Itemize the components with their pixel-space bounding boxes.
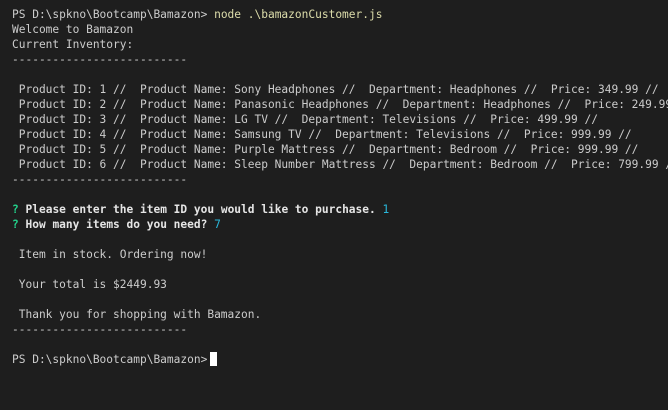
question-item-id: ? Please enter the item ID you would lik… bbox=[12, 202, 668, 217]
question-mark: ? bbox=[12, 218, 19, 231]
product-row: Product ID: 2 // Product Name: Panasonic… bbox=[12, 98, 668, 111]
welcome-text: Welcome to Bamazon bbox=[12, 23, 134, 36]
terminal-window[interactable]: PS D:\spkno\Bootcamp\Bamazon> node .\bam… bbox=[0, 0, 668, 410]
text-cursor[interactable] bbox=[210, 352, 218, 366]
final-prompt-line[interactable]: PS D:\spkno\Bootcamp\Bamazon> bbox=[12, 352, 668, 367]
command-line: PS D:\spkno\Bootcamp\Bamazon> node .\bam… bbox=[12, 7, 668, 22]
product-row: Product ID: 5 // Product Name: Purple Ma… bbox=[12, 143, 639, 156]
question-mark: ? bbox=[12, 203, 19, 216]
inventory-heading: Current Inventory: bbox=[12, 38, 134, 51]
answer-value: 7 bbox=[214, 218, 221, 231]
question-text: How many items do you need? bbox=[25, 218, 208, 231]
shell-prompt: PS D:\spkno\Bootcamp\Bamazon> bbox=[12, 8, 208, 21]
shell-prompt: PS D:\spkno\Bootcamp\Bamazon> bbox=[12, 353, 208, 366]
product-row: Product ID: 6 // Product Name: Sleep Num… bbox=[12, 158, 668, 171]
thanks-message: Thank you for shopping with Bamazon. bbox=[12, 308, 262, 321]
question-quantity: ? How many items do you need? 7 bbox=[12, 217, 668, 232]
separator-line: -------------------------- bbox=[12, 53, 188, 66]
separator-line: -------------------------- bbox=[12, 173, 188, 186]
question-text: Please enter the item ID you would like … bbox=[25, 203, 376, 216]
answer-value: 1 bbox=[382, 203, 390, 216]
total-message: Your total is $2449.93 bbox=[12, 278, 167, 291]
product-row: Product ID: 3 // Product Name: LG TV // … bbox=[12, 113, 598, 126]
stock-message: Item in stock. Ordering now! bbox=[12, 248, 208, 261]
separator-line: -------------------------- bbox=[12, 323, 188, 336]
command-text: node .\bamazonCustomer.js bbox=[214, 8, 383, 21]
product-row: Product ID: 1 // Product Name: Sony Head… bbox=[12, 83, 659, 96]
product-row: Product ID: 4 // Product Name: Samsung T… bbox=[12, 128, 632, 141]
